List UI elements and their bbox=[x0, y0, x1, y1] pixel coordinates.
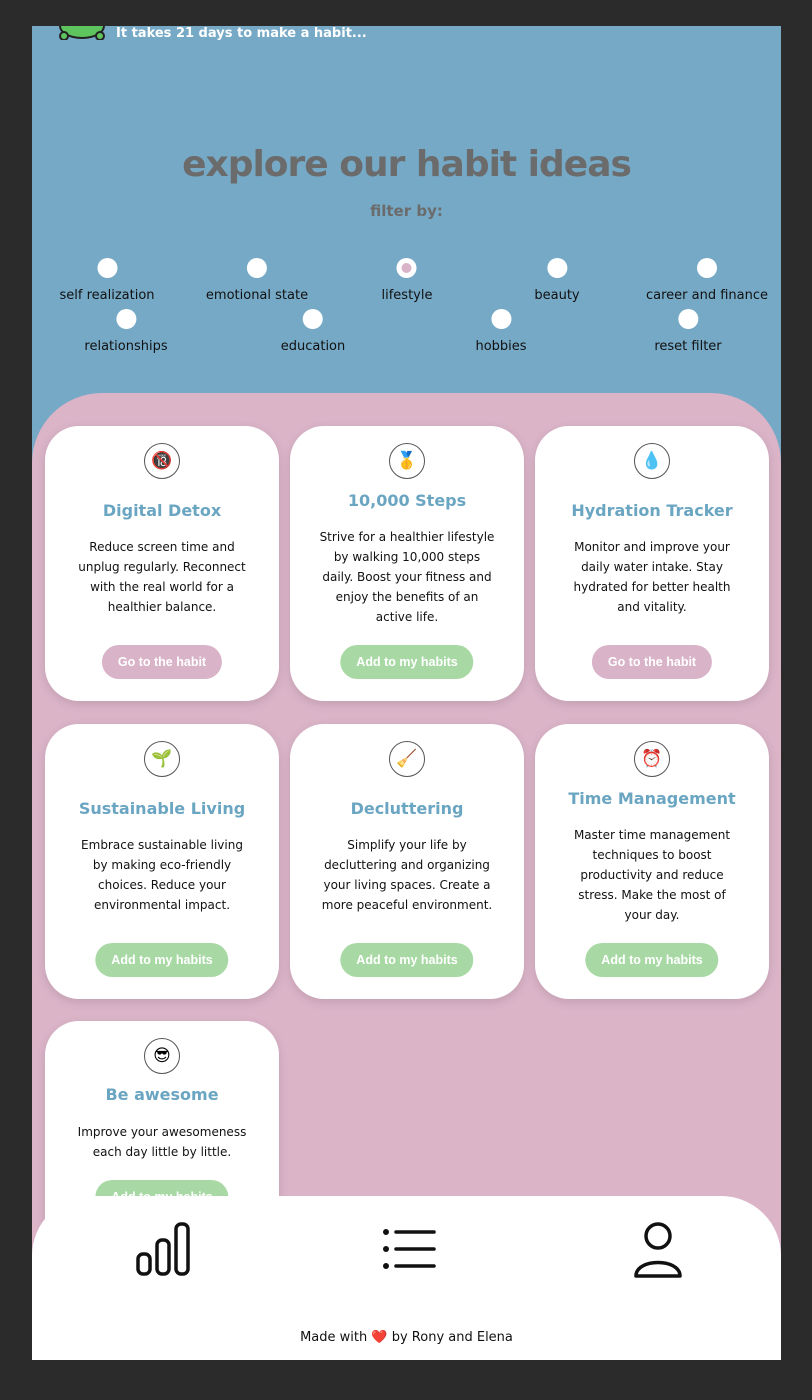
habit-card-description: Simplify your life by decluttering and o… bbox=[321, 838, 493, 912]
habit-card-sustainable-living: 🌱 Sustainable Living Embrace sustainable… bbox=[45, 724, 279, 999]
header-tagline: It takes 21 days to make a habit... bbox=[116, 26, 367, 41]
habit-card-title: Hydration Tracker bbox=[571, 501, 733, 520]
explore-title: explore our habit ideas bbox=[182, 144, 632, 185]
filter-radio-selected[interactable] bbox=[396, 258, 417, 278]
filter-hobbies[interactable]: hobbies bbox=[475, 309, 527, 354]
alarm-clock-icon: ⏰ bbox=[634, 741, 670, 777]
go-to-habit-button[interactable]: Go to the habit bbox=[101, 645, 223, 679]
filter-emotional-state[interactable]: emotional state bbox=[206, 258, 308, 303]
filter-radio[interactable] bbox=[696, 258, 717, 278]
add-to-my-habits-button[interactable]: Add to my habits bbox=[95, 943, 229, 977]
sunglasses-face-icon: 😎 bbox=[144, 1038, 180, 1074]
habit-card-title: Time Management bbox=[568, 789, 736, 808]
list-icon[interactable] bbox=[380, 1220, 438, 1278]
footer-text-after: by Rony and Elena bbox=[391, 1330, 513, 1345]
habit-card-time-management: ⏰ Time Management Master time management… bbox=[535, 724, 769, 999]
go-to-habit-button[interactable]: Go to the habit bbox=[591, 645, 713, 679]
seedling-icon: 🌱 bbox=[144, 741, 180, 777]
habit-card-title: Sustainable Living bbox=[78, 799, 246, 818]
footer-credit: Made with ❤️ by Rony and Elena bbox=[32, 1330, 781, 1345]
filter-radio[interactable] bbox=[97, 258, 117, 278]
profile-icon[interactable] bbox=[629, 1220, 687, 1278]
filter-self-realization[interactable]: self realization bbox=[59, 258, 155, 303]
broom-icon: 🧹 bbox=[389, 741, 425, 777]
filter-label-text: relationships bbox=[84, 339, 168, 354]
habit-card-description: Reduce screen time and unplug regularly.… bbox=[78, 540, 246, 614]
header-mark: ˅ bbox=[644, 26, 651, 34]
habit-card-title: 10,000 Steps bbox=[347, 491, 467, 510]
filter-radio[interactable] bbox=[246, 258, 267, 278]
filter-label-text: emotional state bbox=[205, 288, 309, 303]
filter-label: filter by: bbox=[370, 202, 443, 220]
filter-career-and-finance[interactable]: career and finance bbox=[646, 258, 768, 303]
habit-card-10000-steps: 🥇 10,000 Steps Strive for a healthier li… bbox=[290, 426, 524, 701]
filter-label-text: education bbox=[280, 339, 346, 354]
water-drop-icon: 💧 bbox=[634, 443, 670, 479]
filter-label-text: self realization bbox=[59, 288, 155, 303]
filter-label-text: career and finance bbox=[645, 288, 769, 303]
habit-card-description: Monitor and improve your daily water int… bbox=[573, 540, 731, 614]
filter-radio[interactable] bbox=[302, 309, 323, 329]
habit-card-description: Improve your awesomeness each day little… bbox=[77, 1125, 247, 1159]
filter-relationships[interactable]: relationships bbox=[84, 309, 168, 354]
habit-card-hydration-tracker: 💧 Hydration Tracker Monitor and improve … bbox=[535, 426, 769, 701]
habit-card-title: Decluttering bbox=[350, 799, 464, 818]
add-to-my-habits-button[interactable]: Add to my habits bbox=[585, 943, 719, 977]
stats-bar-chart-icon[interactable] bbox=[134, 1220, 192, 1278]
habit-card-description: Master time management techniques to boo… bbox=[573, 828, 731, 922]
filter-education[interactable]: education bbox=[280, 309, 346, 354]
habit-card-title: Digital Detox bbox=[102, 501, 222, 520]
heart-icon: ❤️ bbox=[371, 1330, 388, 1345]
habit-card-digital-detox: 🔞 Digital Detox Reduce screen time and u… bbox=[45, 426, 279, 701]
app-screen: It takes 21 days to make a habit... ˅ ex… bbox=[32, 26, 781, 1360]
filter-label-text: reset filter bbox=[654, 339, 722, 354]
add-to-my-habits-button[interactable]: Add to my habits bbox=[340, 943, 474, 977]
habit-card-description: Embrace sustainable living by making eco… bbox=[81, 838, 243, 912]
filter-lifestyle[interactable]: lifestyle bbox=[381, 258, 433, 303]
filter-radio[interactable] bbox=[547, 258, 567, 278]
filter-label-text: beauty bbox=[534, 288, 580, 303]
filter-radio[interactable] bbox=[116, 309, 136, 329]
filter-reset[interactable]: reset filter bbox=[654, 309, 722, 354]
filter-label-text: hobbies bbox=[475, 339, 527, 354]
bottom-navigation: Made with ❤️ by Rony and Elena bbox=[32, 1196, 781, 1360]
filter-label-text: lifestyle bbox=[381, 288, 433, 303]
add-to-my-habits-button[interactable]: Add to my habits bbox=[340, 645, 474, 679]
habit-card-decluttering: 🧹 Decluttering Simplify your life by dec… bbox=[290, 724, 524, 999]
habit-card-description: Strive for a healthier lifestyle by walk… bbox=[319, 530, 495, 624]
habit-card-title: Be awesome bbox=[105, 1085, 219, 1104]
footer-text-before: Made with bbox=[300, 1330, 368, 1345]
filter-beauty[interactable]: beauty bbox=[534, 258, 580, 303]
filter-radio[interactable] bbox=[491, 309, 511, 329]
medal-icon: 🥇 bbox=[389, 443, 425, 479]
filter-radio[interactable] bbox=[678, 309, 698, 329]
turtle-logo-icon bbox=[59, 26, 105, 40]
no-phone-icon: 🔞 bbox=[144, 443, 180, 479]
